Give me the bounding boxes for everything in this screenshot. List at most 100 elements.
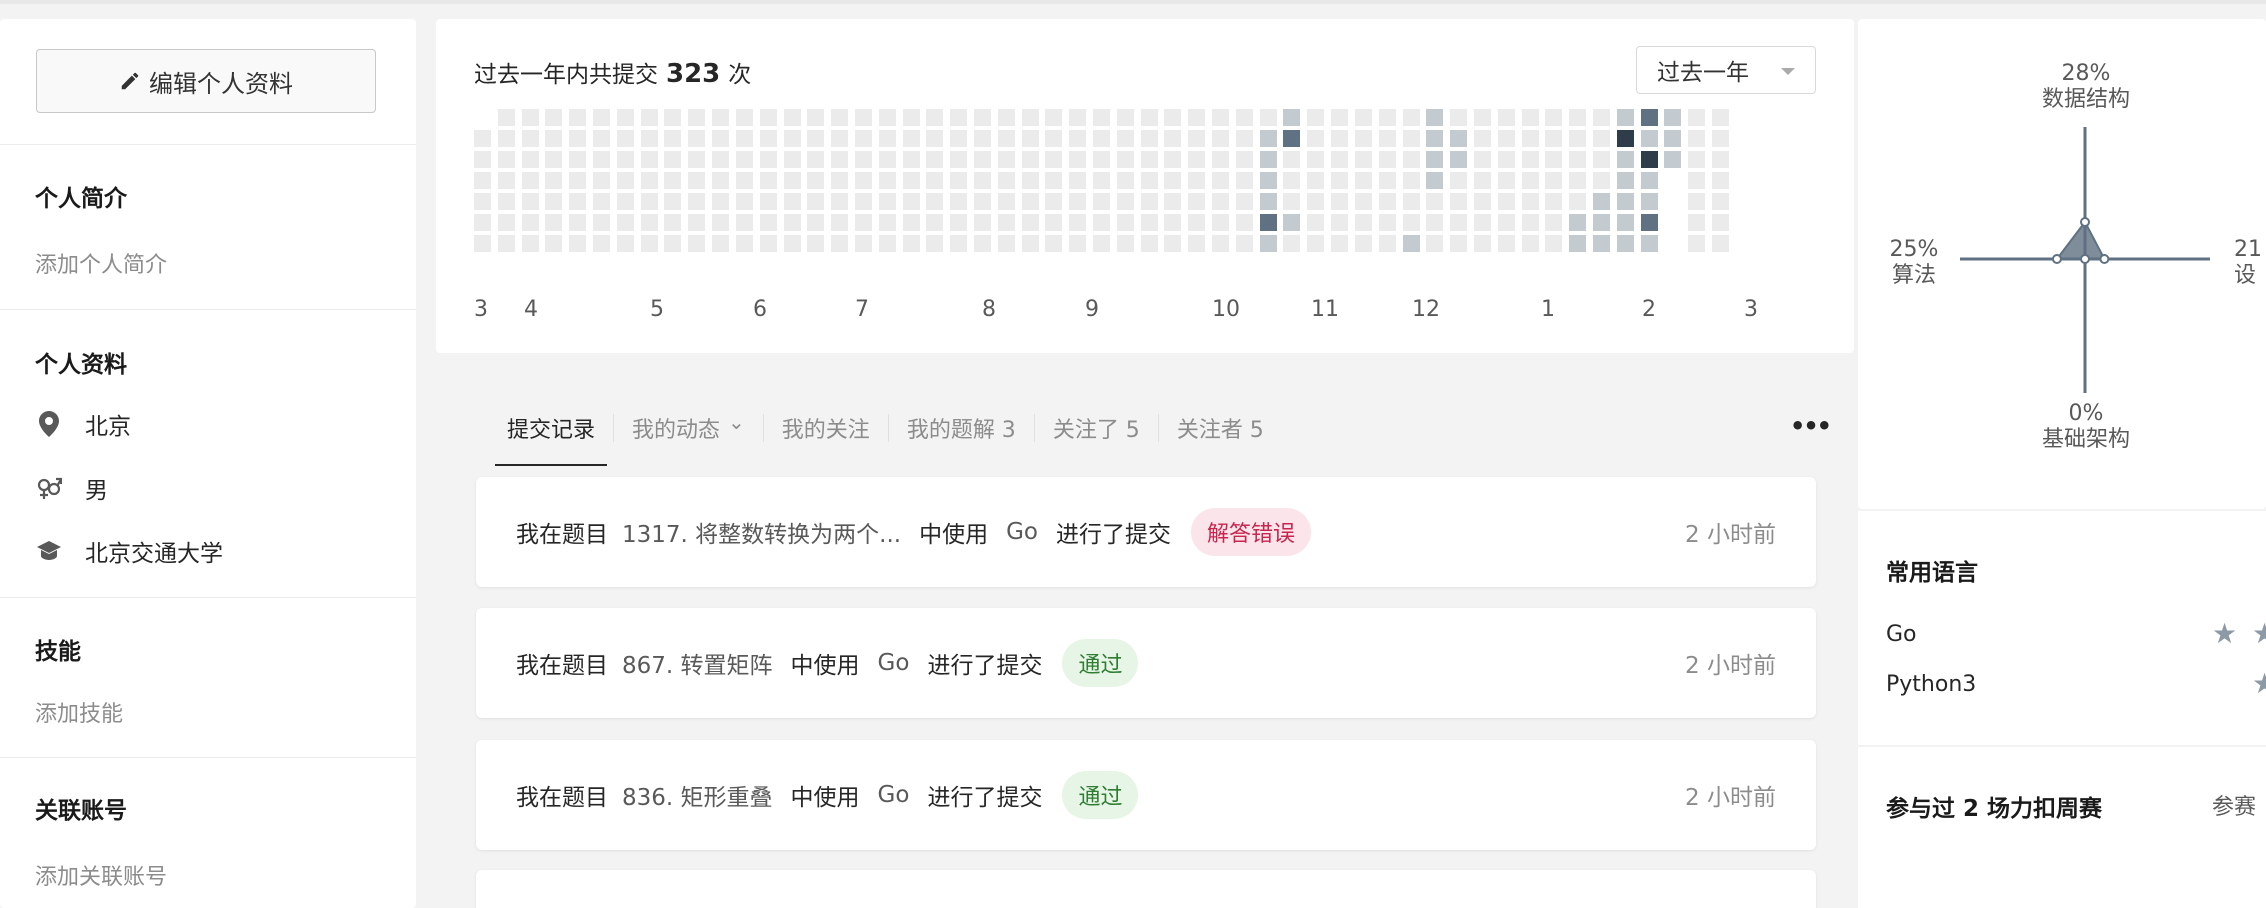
heatmap-cell[interactable] [998, 193, 1015, 210]
heatmap-cell[interactable] [1712, 172, 1729, 189]
heatmap-cell[interactable] [1283, 214, 1300, 231]
heatmap-cell[interactable] [1545, 151, 1562, 168]
heatmap-cell[interactable] [712, 109, 729, 126]
heatmap-cell[interactable] [974, 130, 991, 147]
heatmap-cell[interactable] [1522, 172, 1539, 189]
tab-2[interactable]: 我的关注 [770, 412, 882, 444]
heatmap-cell[interactable] [784, 214, 801, 231]
heatmap-cell[interactable] [522, 109, 539, 126]
heatmap-cell[interactable] [498, 193, 515, 210]
heatmap-cell[interactable] [1022, 193, 1039, 210]
heatmap-cell[interactable] [1141, 109, 1158, 126]
heatmap-cell[interactable] [522, 214, 539, 231]
heatmap-cell[interactable] [1379, 193, 1396, 210]
heatmap-cell[interactable] [926, 109, 943, 126]
heatmap-cell[interactable] [1641, 151, 1658, 168]
heatmap-cell[interactable] [593, 235, 610, 252]
heatmap-cell[interactable] [664, 130, 681, 147]
heatmap-cell[interactable] [1379, 235, 1396, 252]
heatmap-cell[interactable] [545, 151, 562, 168]
heatmap-cell[interactable] [1236, 235, 1253, 252]
heatmap-cell[interactable] [1141, 130, 1158, 147]
heatmap-cell[interactable] [545, 130, 562, 147]
heatmap-cell[interactable] [1688, 235, 1705, 252]
heatmap-cell[interactable] [545, 109, 562, 126]
heatmap-cell[interactable] [903, 109, 920, 126]
heatmap-cell[interactable] [1164, 130, 1181, 147]
submission-card[interactable]: 我在题目 1317. 将整数转换为两个... 中使用 Go 进行了提交 解答错误 2 小时前 [476, 477, 1816, 587]
heatmap-cell[interactable] [1712, 235, 1729, 252]
heatmap-cell[interactable] [593, 130, 610, 147]
heatmap-cell[interactable] [1236, 214, 1253, 231]
heatmap-cell[interactable] [1117, 172, 1134, 189]
heatmap-cell[interactable] [736, 235, 753, 252]
heatmap-cell[interactable] [784, 172, 801, 189]
heatmap-cell[interactable] [760, 214, 777, 231]
heatmap-cell[interactable] [1260, 214, 1277, 231]
heatmap-cell[interactable] [1141, 214, 1158, 231]
heatmap-cell[interactable] [1307, 109, 1324, 126]
heatmap-cell[interactable] [1403, 109, 1420, 126]
heatmap-cell[interactable] [807, 172, 824, 189]
heatmap-cell[interactable] [688, 193, 705, 210]
heatmap-cell[interactable] [1593, 172, 1610, 189]
heatmap-cell[interactable] [474, 151, 491, 168]
heatmap-cell[interactable] [760, 109, 777, 126]
heatmap-cell[interactable] [1045, 235, 1062, 252]
heatmap-cell[interactable] [974, 193, 991, 210]
heatmap-cell[interactable] [474, 214, 491, 231]
heatmap-cell[interactable] [1498, 109, 1515, 126]
heatmap-cell[interactable] [641, 172, 658, 189]
tab-4[interactable]: 关注了 5 [1041, 412, 1152, 444]
heatmap-cell[interactable] [1522, 235, 1539, 252]
heatmap-cell[interactable] [1379, 214, 1396, 231]
skills-placeholder[interactable]: 添加技能 [35, 696, 123, 728]
heatmap-cell[interactable] [1641, 172, 1658, 189]
heatmap-cell[interactable] [831, 193, 848, 210]
heatmap-cell[interactable] [1141, 172, 1158, 189]
heatmap-cell[interactable] [1379, 151, 1396, 168]
heatmap-cell[interactable] [1117, 130, 1134, 147]
heatmap-cell[interactable] [807, 193, 824, 210]
heatmap-cell[interactable] [1355, 151, 1372, 168]
heatmap-cell[interactable] [1474, 151, 1491, 168]
heatmap-cell[interactable] [641, 130, 658, 147]
heatmap-cell[interactable] [926, 130, 943, 147]
heatmap-cell[interactable] [545, 193, 562, 210]
more-options-button[interactable]: ••• [1790, 412, 1832, 440]
heatmap-cell[interactable] [1307, 193, 1324, 210]
heatmap-cell[interactable] [1641, 214, 1658, 231]
heatmap-cell[interactable] [641, 214, 658, 231]
heatmap-cell[interactable] [1545, 130, 1562, 147]
heatmap-cell[interactable] [1641, 193, 1658, 210]
heatmap-cell[interactable] [926, 214, 943, 231]
heatmap-cell[interactable] [1569, 235, 1586, 252]
heatmap-cell[interactable] [617, 151, 634, 168]
heatmap-cell[interactable] [1474, 235, 1491, 252]
heatmap-cell[interactable] [1355, 214, 1372, 231]
submission-card[interactable]: 我在题目 867. 转置矩阵 中使用 Go 进行了提交 通过 2 小时前 [476, 608, 1816, 718]
heatmap-cell[interactable] [784, 109, 801, 126]
heatmap-cell[interactable] [712, 172, 729, 189]
heatmap-cell[interactable] [1545, 235, 1562, 252]
heatmap-cell[interactable] [1641, 130, 1658, 147]
heatmap-cell[interactable] [1188, 214, 1205, 231]
heatmap-cell[interactable] [641, 109, 658, 126]
heatmap-cell[interactable] [1712, 193, 1729, 210]
heatmap-cell[interactable] [617, 235, 634, 252]
heatmap-cell[interactable] [1474, 214, 1491, 231]
heatmap-cell[interactable] [1569, 151, 1586, 168]
heatmap-cell[interactable] [1522, 130, 1539, 147]
heatmap-cell[interactable] [1569, 214, 1586, 231]
heatmap-cell[interactable] [1617, 109, 1634, 126]
heatmap-cell[interactable] [1117, 151, 1134, 168]
heatmap-cell[interactable] [1141, 193, 1158, 210]
tab-5[interactable]: 关注者 5 [1165, 412, 1276, 444]
heatmap-cell[interactable] [1379, 109, 1396, 126]
heatmap-cell[interactable] [760, 130, 777, 147]
heatmap-cell[interactable] [1331, 151, 1348, 168]
heatmap-cell[interactable] [1355, 193, 1372, 210]
heatmap-cell[interactable] [569, 109, 586, 126]
heatmap-cell[interactable] [1069, 151, 1086, 168]
heatmap-cell[interactable] [1593, 151, 1610, 168]
